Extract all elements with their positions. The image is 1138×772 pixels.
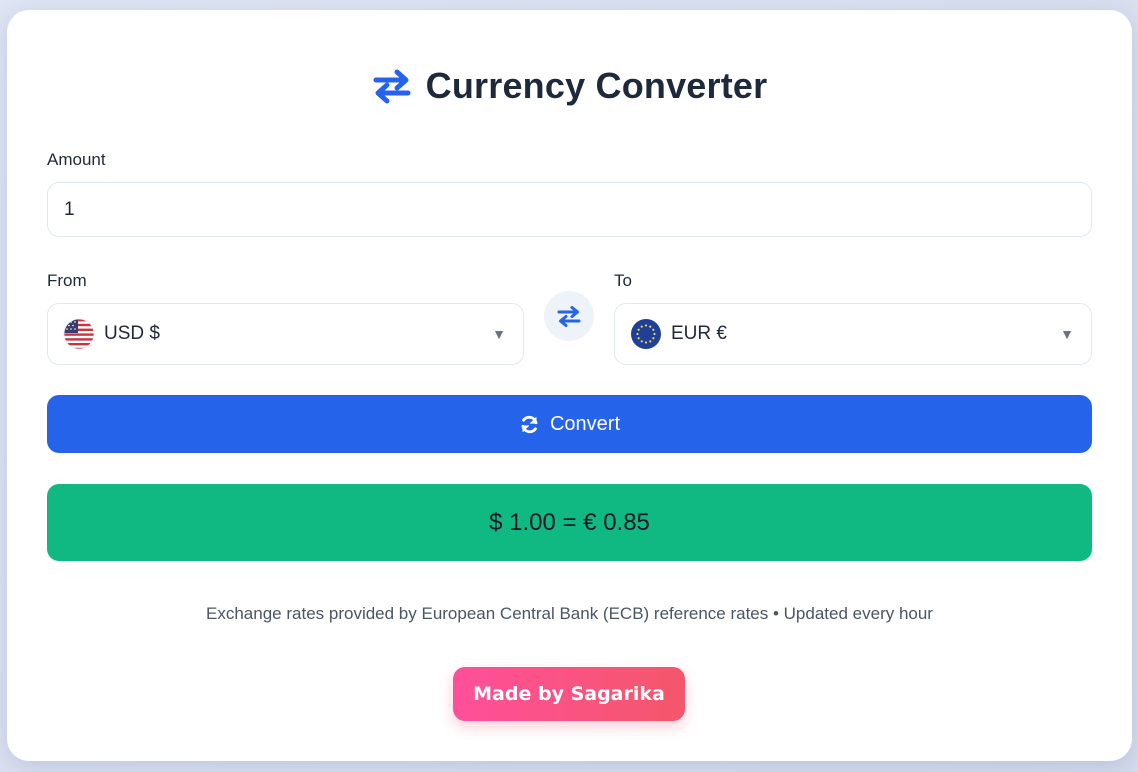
made-by-label: Made by Sagarika xyxy=(473,683,665,705)
chevron-down-icon: ▼ xyxy=(492,326,506,342)
swap-arrows-icon xyxy=(557,306,581,327)
to-label: To xyxy=(614,271,632,290)
exchange-arrows-icon xyxy=(373,69,411,104)
chevron-down-icon: ▼ xyxy=(1060,326,1074,342)
convert-button[interactable]: Convert xyxy=(47,395,1092,453)
us-flag-icon xyxy=(63,318,95,350)
header: Currency Converter xyxy=(7,65,1132,107)
from-currency-value: USD $ xyxy=(104,323,160,344)
made-by-badge[interactable]: Made by Sagarika xyxy=(453,667,685,721)
amount-input[interactable] xyxy=(47,182,1092,237)
eu-flag-icon xyxy=(631,319,661,349)
from-label: From xyxy=(47,271,87,290)
converter-card: Currency Converter Amount From USD xyxy=(7,10,1132,761)
page-title: Currency Converter xyxy=(425,65,768,106)
amount-label: Amount xyxy=(47,150,106,169)
from-currency-select[interactable]: USD $ ▼ xyxy=(47,303,524,365)
convert-button-label: Convert xyxy=(549,412,621,435)
result-text: $ 1.00 = € 0.85 xyxy=(489,508,650,536)
to-currency-select[interactable]: EUR € ▼ xyxy=(614,303,1092,365)
swap-currencies-button[interactable] xyxy=(544,291,594,341)
rates-note: Exchange rates provided by European Cent… xyxy=(206,604,933,623)
refresh-icon xyxy=(521,415,538,433)
conversion-result: $ 1.00 = € 0.85 xyxy=(47,484,1092,561)
to-currency-value: EUR € xyxy=(671,323,727,344)
